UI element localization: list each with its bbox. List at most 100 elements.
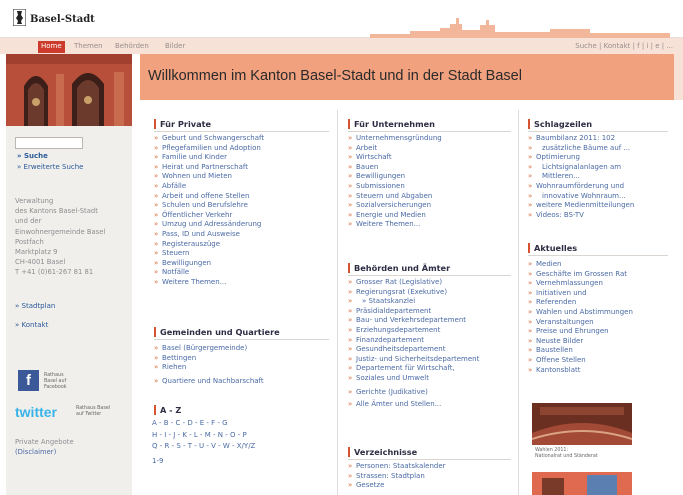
list-item[interactable]: Registerauszüge bbox=[154, 240, 264, 250]
list-item[interactable]: Wirtschaft bbox=[348, 153, 442, 163]
list-item[interactable]: » Staatskanzlei bbox=[348, 297, 479, 307]
parliament-photo[interactable] bbox=[532, 403, 632, 445]
az-row[interactable]: H - I - J - K - L - M - N - O - P bbox=[152, 430, 255, 442]
heading-verzeichnisse: Verzeichnisse bbox=[348, 447, 417, 457]
list-item[interactable]: Veranstaltungen bbox=[528, 318, 633, 328]
list-item[interactable]: Bettingen bbox=[154, 354, 264, 364]
list-item[interactable]: Referenden bbox=[528, 298, 633, 308]
list-item[interactable]: Notfälle bbox=[154, 268, 264, 278]
list-item[interactable]: Pflegefamilien und Adoption bbox=[154, 144, 264, 154]
list-item[interactable]: Regierungsrat (Exekutive) bbox=[348, 288, 479, 298]
header-photo bbox=[6, 54, 132, 126]
list-item[interactable]: Erziehungsdepartement bbox=[348, 326, 479, 336]
list-item[interactable]: Medien bbox=[528, 260, 633, 270]
list-item[interactable]: Basel (Bürgergemeinde) bbox=[154, 344, 264, 354]
list-item[interactable]: Finanzdepartement bbox=[348, 336, 479, 346]
list-item[interactable]: Departement für Wirtschaft, bbox=[348, 364, 479, 374]
tab-themen[interactable]: Themen bbox=[71, 41, 106, 53]
list-item[interactable]: Gesundheitsdepartement bbox=[348, 345, 479, 355]
list-item[interactable]: Alle Ämter und Stellen... bbox=[348, 400, 479, 410]
address-line: T +41 (0)61-267 81 81 bbox=[15, 268, 94, 277]
list-item[interactable]: Preise und Ehrungen bbox=[528, 327, 633, 337]
search-input[interactable] bbox=[15, 137, 83, 149]
list-item[interactable]: Weitere Themen... bbox=[154, 278, 264, 288]
list-item-continued[interactable]: innovative Wohnraum... bbox=[528, 192, 634, 202]
list-item[interactable]: Wohnraumförderung und bbox=[528, 182, 634, 192]
list-item[interactable]: Neuste Bilder bbox=[528, 337, 633, 347]
az-row[interactable]: A - B - C - D - E - F - G bbox=[152, 418, 255, 430]
tab-bilder[interactable]: Bilder bbox=[162, 41, 188, 53]
heading-underline bbox=[348, 459, 511, 460]
heading-az: A - Z bbox=[154, 405, 181, 415]
tab-home[interactable]: Home bbox=[38, 41, 65, 53]
list-item[interactable]: Wohnen und Mieten bbox=[154, 172, 264, 182]
list-item[interactable]: Strassen: Stadtplan bbox=[348, 472, 446, 482]
list-item[interactable]: Pass, ID und Ausweise bbox=[154, 230, 264, 240]
list-item[interactable]: Steuern und Abgaben bbox=[348, 192, 442, 202]
list-item[interactable]: Soziales und Umwelt bbox=[348, 374, 479, 384]
disclaimer-link[interactable]: (Disclaimer) bbox=[15, 447, 74, 457]
list-item[interactable]: Baumbilanz 2011: 102 bbox=[528, 134, 634, 144]
list-item[interactable]: Öffentlicher Verkehr bbox=[154, 211, 264, 221]
list-item[interactable]: Geschäfte im Grossen Rat bbox=[528, 270, 633, 280]
list-item[interactable]: Personen: Staatskalender bbox=[348, 462, 446, 472]
list-item[interactable]: Justiz- und Sicherheitsdepartement bbox=[348, 355, 479, 365]
basel-crest-icon bbox=[13, 9, 26, 26]
list-item[interactable]: Videos: BS-TV bbox=[528, 211, 634, 221]
list-item[interactable]: Geburt und Schwangerschaft bbox=[154, 134, 264, 144]
list-item[interactable]: Riehen bbox=[154, 363, 264, 373]
list-item[interactable]: Steuern bbox=[154, 249, 264, 259]
advanced-search-link[interactable]: » Erweiterte Suche bbox=[17, 163, 83, 171]
list-item-continued[interactable]: zusätzliche Bäume auf ... bbox=[528, 144, 634, 154]
list-item[interactable]: Präsidialdepartement bbox=[348, 307, 479, 317]
list-item[interactable]: Arbeit bbox=[348, 144, 442, 154]
list-item[interactable]: Optimierung bbox=[528, 153, 634, 163]
list-item[interactable]: Submissionen bbox=[348, 182, 442, 192]
list-item[interactable]: Abfälle bbox=[154, 182, 264, 192]
list-item[interactable]: Energie und Medien bbox=[348, 211, 442, 221]
address-line: Verwaltung bbox=[15, 197, 54, 205]
list-item[interactable]: Bau- und Verkehrsdepartement bbox=[348, 316, 479, 326]
second-photo[interactable] bbox=[532, 472, 632, 495]
list-item[interactable]: Bewilligungen bbox=[348, 172, 442, 182]
az-index[interactable]: A - B - C - D - E - F - G H - I - J - K … bbox=[152, 418, 255, 467]
list-item[interactable]: weitere Medienmitteilungen bbox=[528, 201, 634, 211]
stadtplan-link[interactable]: » Stadtplan bbox=[15, 302, 55, 310]
list-item[interactable]: Unternehmensgründung bbox=[348, 134, 442, 144]
kontakt-link[interactable]: » Kontakt bbox=[15, 321, 48, 329]
list-item[interactable]: Heirat und Partnerschaft bbox=[154, 163, 264, 173]
list-item[interactable]: Grosser Rat (Legislative) bbox=[348, 278, 479, 288]
search-link[interactable]: » Suche bbox=[17, 152, 48, 160]
list-item[interactable]: Weitere Themen... bbox=[348, 220, 442, 230]
list-item[interactable]: Baustellen bbox=[528, 346, 633, 356]
list-item[interactable]: Wahlen und Abstimmungen bbox=[528, 308, 633, 318]
list-item[interactable]: Arbeit und offene Stellen bbox=[154, 192, 264, 202]
list-item-continued[interactable]: Mittleren... bbox=[528, 172, 634, 182]
list-item[interactable]: Bewilligungen bbox=[154, 259, 264, 269]
list-item[interactable]: Quartiere und Nachbarschaft bbox=[154, 377, 264, 387]
site-logo[interactable]: Basel-Stadt bbox=[13, 9, 95, 26]
twitter-logo[interactable]: twitter bbox=[15, 404, 57, 420]
list-item[interactable]: Gesetze bbox=[348, 481, 446, 491]
az-row[interactable]: 1-9 bbox=[152, 456, 255, 468]
list-item-continued[interactable]: Lichtsignalanlagen am bbox=[528, 163, 634, 173]
list-item[interactable]: Bauen bbox=[348, 163, 442, 173]
list-item[interactable]: Offene Stellen bbox=[528, 356, 633, 366]
facebook-caption[interactable]: Rathaus Basel auf Facebook bbox=[44, 373, 67, 391]
list-item[interactable]: Sozialversicherungen bbox=[348, 201, 442, 211]
list-item[interactable]: Familie und Kinder bbox=[154, 153, 264, 163]
list-item[interactable]: Vernehmlassungen bbox=[528, 279, 633, 289]
list-item[interactable]: Gerichte (Judikative) bbox=[348, 388, 479, 398]
facebook-icon[interactable]: f bbox=[18, 370, 39, 391]
list-item[interactable]: Schulen und Berufslehre bbox=[154, 201, 264, 211]
list-item[interactable]: Kantonsblatt bbox=[528, 366, 633, 376]
heading-underline bbox=[528, 131, 668, 132]
tab-behoerden[interactable]: Behörden bbox=[112, 41, 152, 53]
twitter-caption[interactable]: Rathaus Basel auf Twitter bbox=[76, 406, 110, 418]
parliament-photo-caption[interactable]: Wahlen 2011: Nationalrat und Ständerat bbox=[532, 446, 632, 466]
utility-links[interactable]: Suche | Kontakt | f | i | e | ... bbox=[575, 42, 673, 50]
list-item[interactable]: Umzug und Adressänderung bbox=[154, 220, 264, 230]
list-item[interactable]: Initiativen und bbox=[528, 289, 633, 299]
az-row[interactable]: Q - R - S - T - U - V - W - X/Y/Z bbox=[152, 441, 255, 453]
rathaus-photo-icon bbox=[6, 54, 132, 126]
